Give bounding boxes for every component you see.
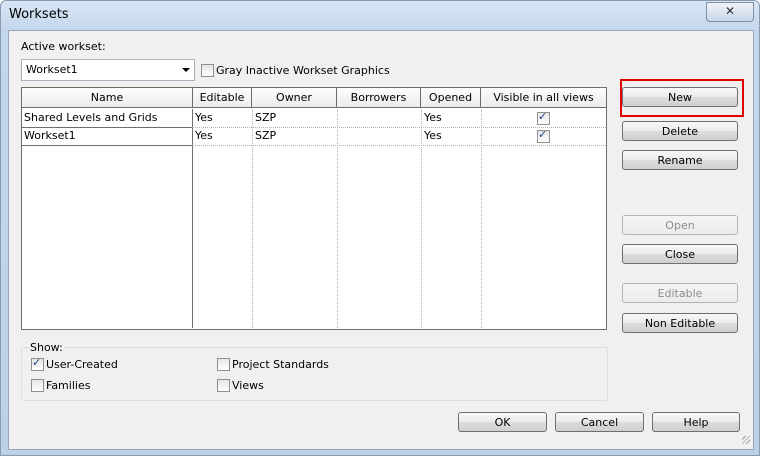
families-label: Families xyxy=(46,379,91,392)
worksets-dialog: Worksets ✕ Active workset: Workset1 Gray… xyxy=(0,0,760,456)
row-divider xyxy=(22,145,192,146)
table-row-editable[interactable]: Yes xyxy=(193,127,252,145)
visible-in-all-views-checkbox[interactable] xyxy=(537,128,550,143)
column-header-name[interactable]: Name xyxy=(22,88,193,108)
open-button[interactable]: Open xyxy=(622,215,738,235)
table-row-owner: SZP xyxy=(255,129,277,142)
column-divider xyxy=(481,109,482,328)
table-row-editable[interactable]: Yes xyxy=(193,109,252,127)
table-row-opened[interactable]: Yes xyxy=(422,109,481,127)
column-header-owner[interactable]: Owner xyxy=(252,88,337,108)
user-created-checkbox[interactable] xyxy=(31,356,44,371)
ok-button[interactable]: OK xyxy=(458,412,547,432)
active-workset-dropdown[interactable]: Workset1 xyxy=(21,59,195,81)
worksets-table: Name Editable Owner Borrowers Opened Vis… xyxy=(21,87,607,330)
project-standards-checkbox[interactable] xyxy=(217,358,230,371)
new-button[interactable]: New xyxy=(622,87,738,107)
table-row-name[interactable]: Workset1 xyxy=(22,127,192,145)
show-group xyxy=(21,347,608,401)
column-header-visible[interactable]: Visible in all views xyxy=(481,88,606,108)
table-row-opened[interactable]: Yes xyxy=(422,127,481,145)
active-workset-label: Active workset: xyxy=(21,40,106,53)
gray-inactive-checkbox[interactable] xyxy=(201,64,214,77)
gray-inactive-label: Gray Inactive Workset Graphics xyxy=(216,64,390,77)
views-label: Views xyxy=(232,379,264,392)
dialog-client-area: Active workset: Workset1 Gray Inactive W… xyxy=(8,30,754,450)
cancel-button[interactable]: Cancel xyxy=(555,412,644,432)
resize-grip-icon[interactable] xyxy=(742,436,750,444)
table-row-name[interactable]: Shared Levels and Grids xyxy=(22,109,192,127)
row-divider xyxy=(192,145,606,146)
views-checkbox[interactable] xyxy=(217,379,230,392)
project-standards-label: Project Standards xyxy=(232,358,329,371)
editable-button[interactable]: Editable xyxy=(622,283,738,303)
column-header-borrowers[interactable]: Borrowers xyxy=(337,88,421,108)
window-title: Worksets xyxy=(9,7,69,22)
families-checkbox[interactable] xyxy=(31,379,44,392)
user-created-label: User-Created xyxy=(46,358,118,371)
active-workset-value: Workset1 xyxy=(26,63,78,76)
chevron-down-icon xyxy=(182,68,190,72)
column-header-editable[interactable]: Editable xyxy=(193,88,252,108)
close-icon[interactable]: ✕ xyxy=(706,2,754,22)
table-row-borrowers xyxy=(338,127,421,145)
non-editable-button[interactable]: Non Editable xyxy=(622,313,738,333)
visible-in-all-views-checkbox[interactable] xyxy=(537,110,550,125)
table-row-borrowers xyxy=(338,109,421,127)
column-header-opened[interactable]: Opened xyxy=(421,88,481,108)
delete-button[interactable]: Delete xyxy=(622,121,738,141)
show-label: Show: xyxy=(29,341,64,354)
close-button[interactable]: Close xyxy=(622,244,738,264)
rename-button[interactable]: Rename xyxy=(622,150,738,170)
table-row-owner: SZP xyxy=(255,111,277,124)
help-button[interactable]: Help xyxy=(652,412,740,432)
